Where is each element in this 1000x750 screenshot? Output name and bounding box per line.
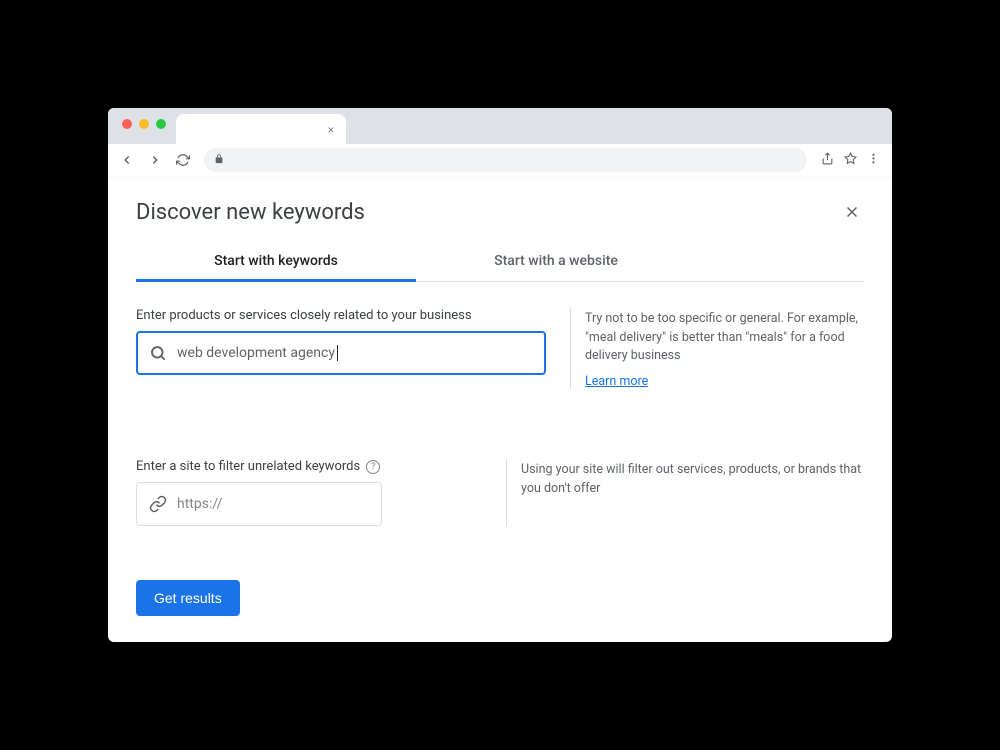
forward-icon[interactable] — [148, 153, 162, 167]
site-field-label: Enter a site to filter unrelated keyword… — [136, 459, 382, 474]
text-cursor — [337, 345, 338, 361]
header-row: Discover new keywords — [136, 200, 864, 225]
reload-icon[interactable] — [176, 153, 190, 167]
star-icon[interactable] — [844, 152, 857, 169]
browser-tab-bar: × — [108, 108, 892, 144]
window-maximize-icon[interactable] — [156, 119, 166, 129]
toolbar-right — [821, 152, 880, 169]
window-controls — [118, 108, 166, 137]
browser-window: × Disc — [108, 108, 892, 642]
page-content: Discover new keywords Start with keyword… — [108, 178, 892, 642]
address-bar[interactable] — [204, 148, 807, 172]
submit-row: Get results — [136, 580, 864, 616]
share-icon[interactable] — [821, 152, 834, 169]
back-icon[interactable] — [120, 153, 134, 167]
menu-icon[interactable] — [867, 152, 880, 169]
keyword-input-value: web development agency — [177, 345, 533, 361]
get-results-button[interactable]: Get results — [136, 580, 240, 616]
search-icon — [149, 344, 167, 362]
keyword-section: Enter products or services closely relat… — [136, 308, 864, 389]
site-help-text: Using your site will filter out services… — [521, 461, 864, 499]
site-section: Enter a site to filter unrelated keyword… — [136, 459, 864, 526]
learn-more-link[interactable]: Learn more — [585, 374, 648, 389]
browser-toolbar — [108, 144, 892, 178]
keyword-field-label: Enter products or services closely relat… — [136, 308, 546, 323]
help-icon[interactable]: ? — [366, 460, 380, 474]
site-input[interactable]: https:// — [136, 482, 382, 526]
lock-icon — [214, 154, 224, 167]
keyword-input[interactable]: web development agency — [136, 331, 546, 375]
site-input-placeholder: https:// — [177, 496, 222, 512]
tab-close-icon[interactable]: × — [328, 122, 334, 136]
content-tabs: Start with keywords Start with a website — [136, 243, 864, 282]
window-minimize-icon[interactable] — [139, 119, 149, 129]
page-title: Discover new keywords — [136, 200, 365, 225]
tab-start-with-keywords[interactable]: Start with keywords — [136, 243, 416, 281]
tab-start-with-website[interactable]: Start with a website — [416, 243, 696, 281]
keyword-help-text: Try not to be too specific or general. F… — [585, 310, 864, 366]
browser-tab[interactable]: × — [176, 114, 346, 144]
link-icon — [149, 495, 167, 513]
close-button[interactable] — [840, 200, 864, 224]
window-close-icon[interactable] — [122, 119, 132, 129]
